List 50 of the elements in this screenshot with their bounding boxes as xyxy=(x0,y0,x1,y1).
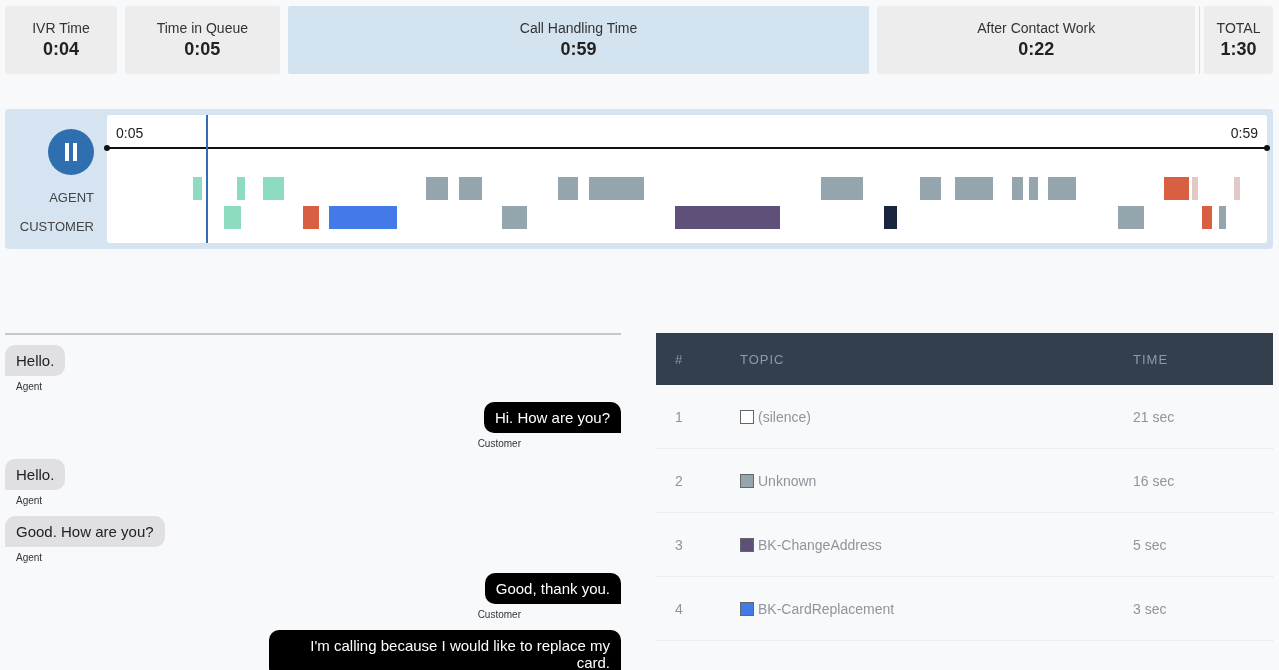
lane-label: AGENT xyxy=(48,189,94,207)
pause-button[interactable] xyxy=(48,129,94,175)
summary-label: After Contact Work xyxy=(977,20,1096,36)
topic-name: BK-ChangeAddress xyxy=(758,536,882,553)
message-bubble: Hello. xyxy=(5,345,66,376)
column-header: TIME xyxy=(1133,351,1170,367)
pause-icon xyxy=(64,143,78,161)
speaker-label: Agent xyxy=(16,495,43,506)
timeline-track[interactable]: 0:05 0:59 xyxy=(107,115,1267,243)
row-number: 2 xyxy=(674,472,684,489)
summary-label: TOTAL xyxy=(1216,20,1261,36)
summary-value: 0:04 xyxy=(42,39,79,60)
summary-label: IVR Time xyxy=(32,20,90,36)
speaker-label: Agent xyxy=(16,552,43,563)
message-bubble: Good, thank you. xyxy=(484,573,621,604)
summary-card[interactable]: TOTAL 1:30 xyxy=(1204,6,1273,74)
column-header: # xyxy=(674,351,685,367)
row-number: 4 xyxy=(674,600,684,617)
speaker-label: Customer xyxy=(477,609,521,620)
row-number: 3 xyxy=(674,536,684,553)
topic-time: 5 sec xyxy=(1133,536,1168,553)
message-bubble: I'm calling because I would like to replace my card. xyxy=(269,630,621,670)
summary-value: 0:05 xyxy=(184,39,221,60)
topic-name: (silence) xyxy=(758,408,811,425)
topic-name: BK-CardReplacement xyxy=(758,600,895,617)
summary-value: 1:30 xyxy=(1220,39,1257,60)
speech-segment[interactable] xyxy=(883,206,897,229)
playhead[interactable] xyxy=(205,115,208,243)
summary-card[interactable]: Call Handling Time 0:59 xyxy=(287,6,870,74)
lane-label: CUSTOMER xyxy=(19,218,94,236)
summary-value: 0:22 xyxy=(1018,39,1055,60)
summary-card[interactable]: IVR Time 0:04 xyxy=(5,6,117,74)
topic-time: 16 sec xyxy=(1133,472,1176,489)
column-header: TOPIC xyxy=(740,351,786,367)
message-bubble: Good. How are you? xyxy=(5,516,165,547)
topic-time: 21 sec xyxy=(1133,408,1176,425)
topic-time: 3 sec xyxy=(1133,600,1168,617)
row-number: 1 xyxy=(674,408,684,425)
speaker-label: Agent xyxy=(16,381,43,392)
end-time: 0:59 xyxy=(1230,125,1258,141)
summary-value: 0:59 xyxy=(560,39,597,60)
summary-label: Call Handling Time xyxy=(519,20,638,36)
topic-name: Unknown xyxy=(758,472,817,489)
summary-card[interactable]: Time in Queue 0:05 xyxy=(124,6,280,74)
speaker-label: Customer xyxy=(477,438,521,449)
summary-label: Time in Queue xyxy=(156,20,248,36)
message-bubble: Hello. xyxy=(5,459,66,490)
start-time: 0:05 xyxy=(116,125,144,141)
summary-card[interactable]: After Contact Work 0:22 xyxy=(877,6,1196,74)
message-bubble: Hi. How are you? xyxy=(483,402,621,433)
